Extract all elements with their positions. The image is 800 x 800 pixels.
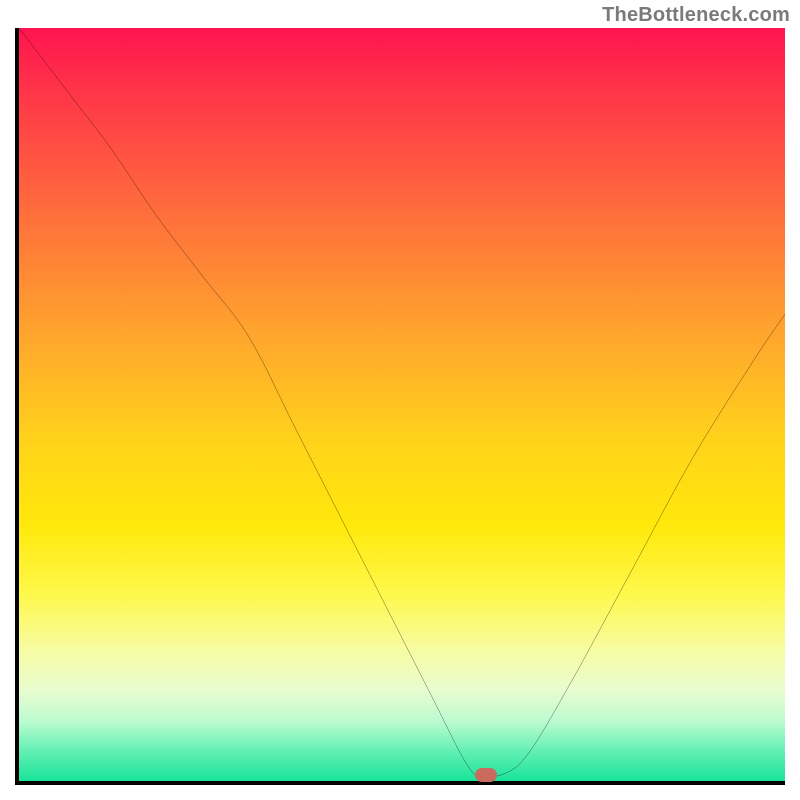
watermark-text: TheBottleneck.com	[602, 4, 790, 27]
min-marker	[475, 768, 497, 782]
curve-path	[19, 28, 785, 780]
plot-area	[15, 28, 785, 785]
chart-container: TheBottleneck.com	[0, 0, 800, 800]
curve-layer	[19, 28, 785, 781]
